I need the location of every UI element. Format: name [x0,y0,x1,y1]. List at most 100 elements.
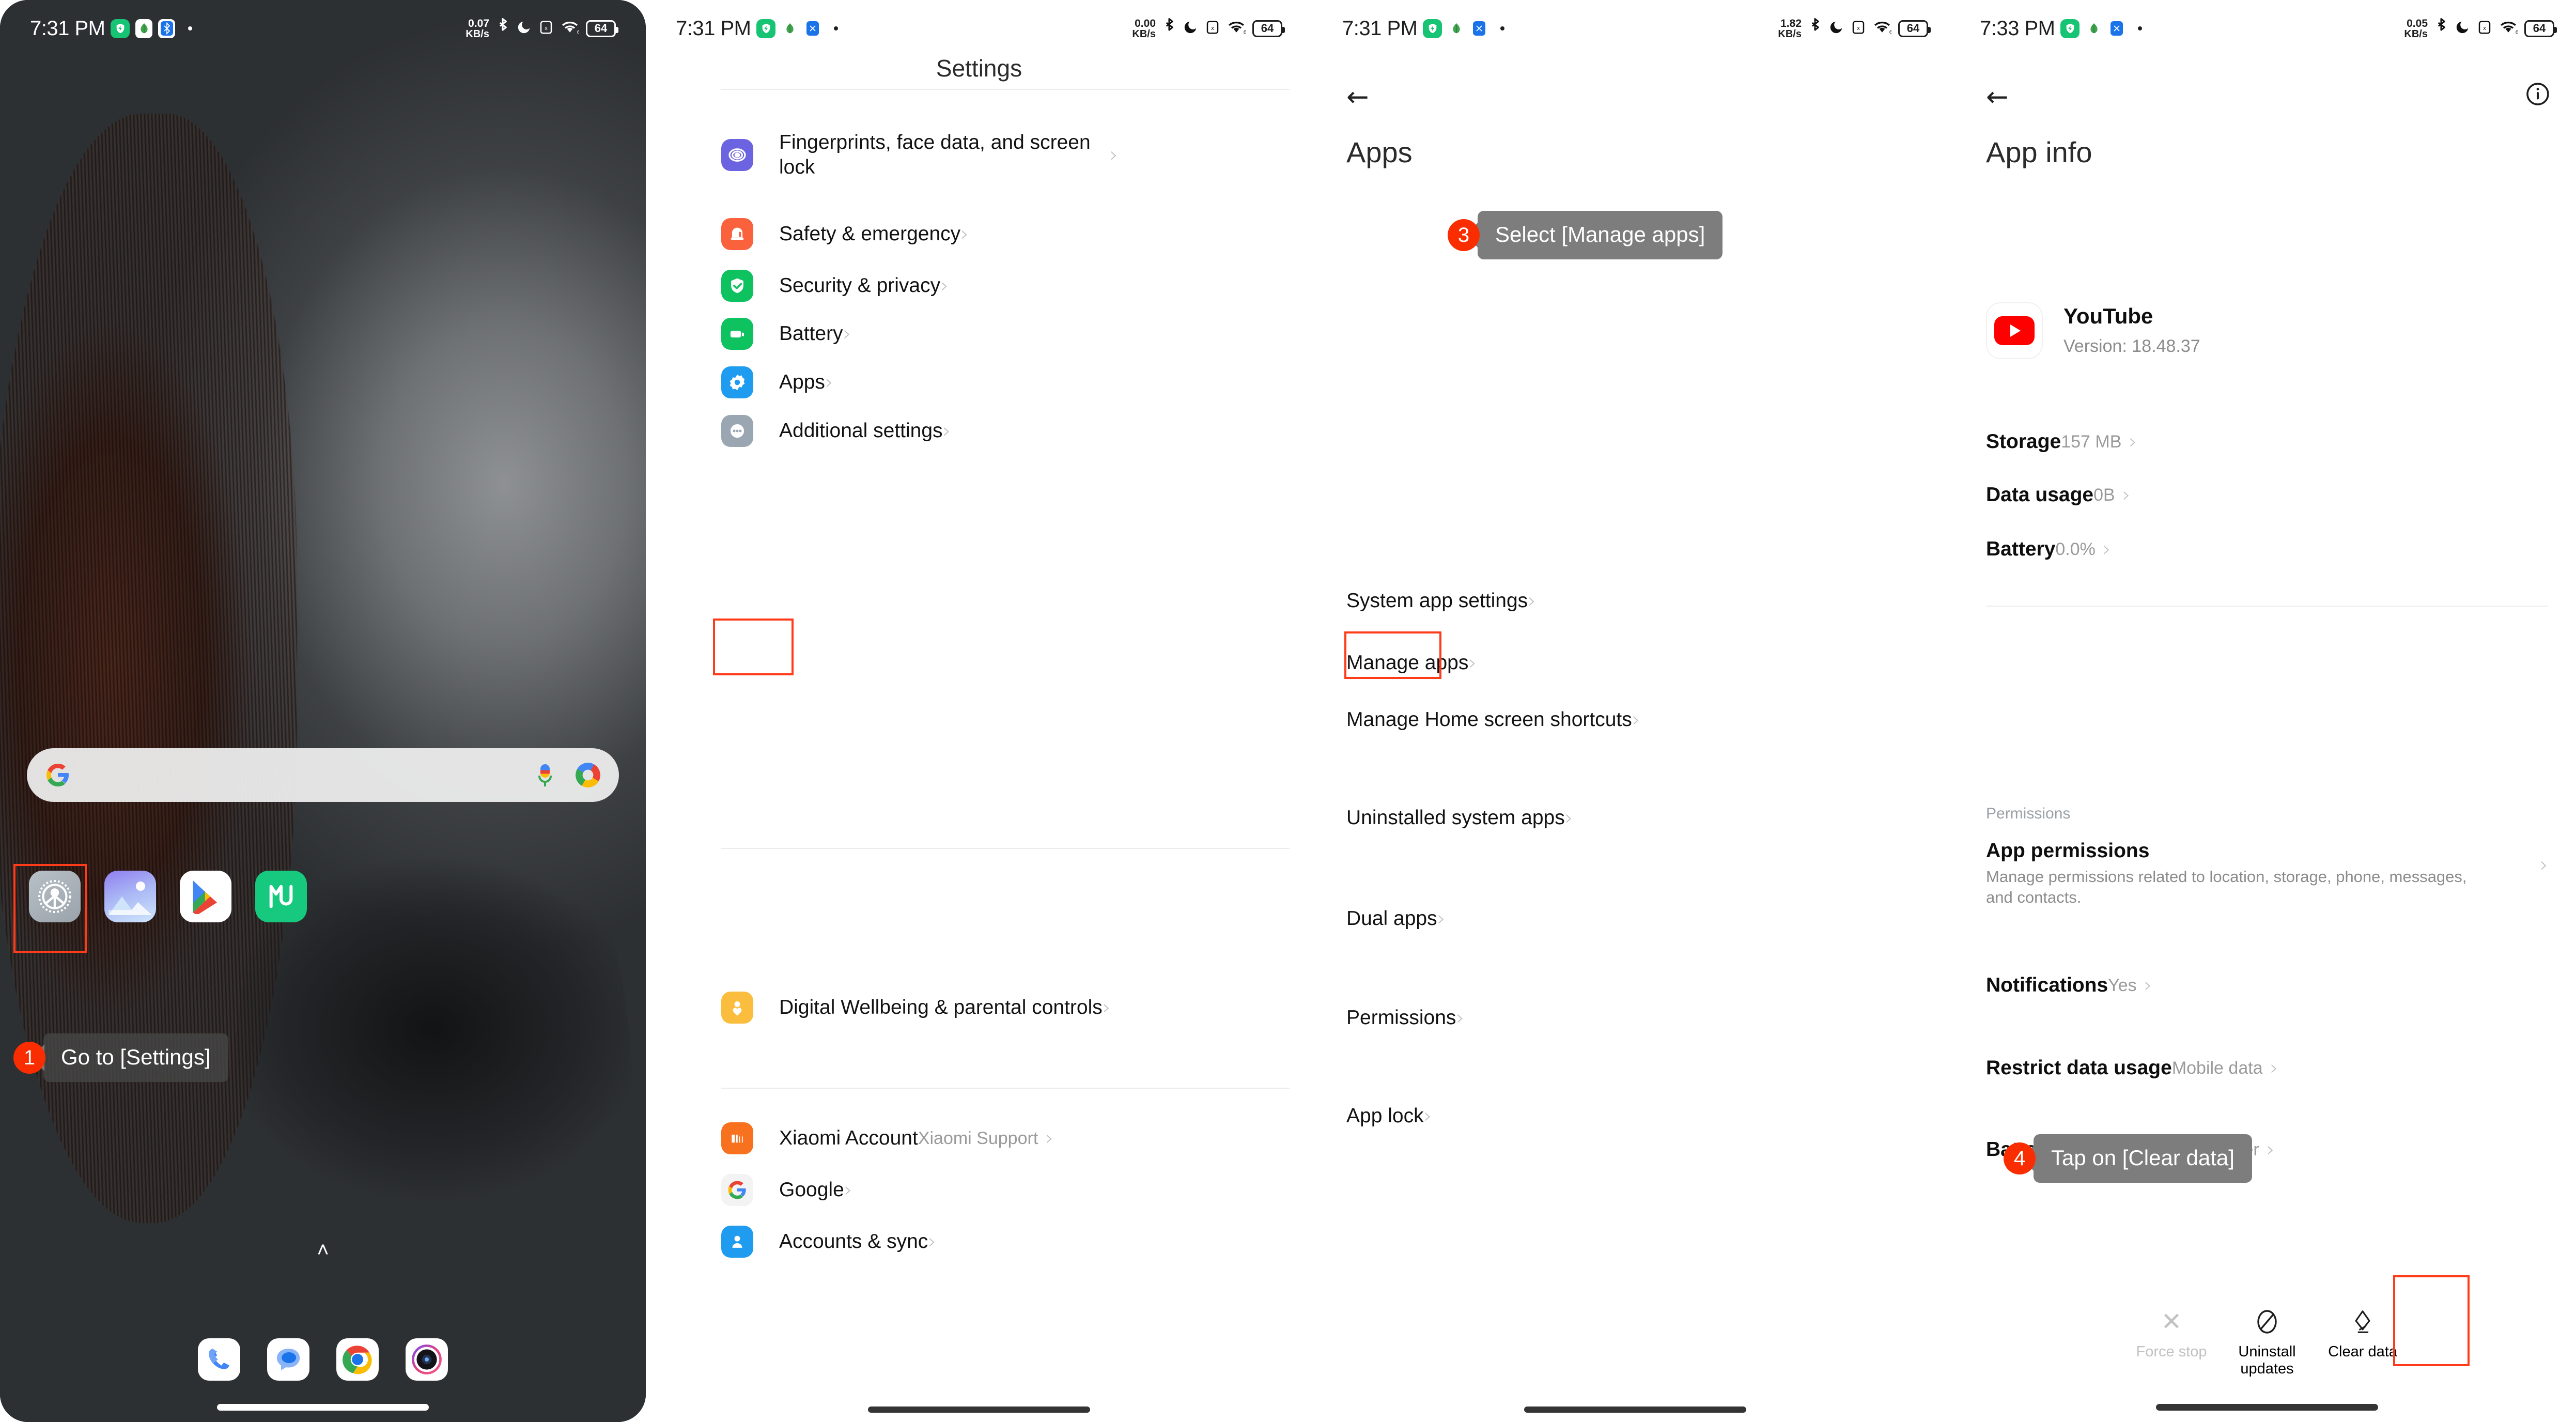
svg-text:x: x [2483,25,2486,32]
panel-settings: 7:31 PM 0.00 KB/s x 64 Settings Fingerpr… [646,0,1312,1422]
settings-row-label: Digital Wellbeing & parental controls [779,996,1103,1019]
callout-text: Select [Manage apps] [1478,211,1723,259]
settings-row-wellbeing[interactable]: Digital Wellbeing & parental controls › [646,969,1135,1046]
settings-row-fingerprints[interactable]: Fingerprints, face data, and screen lock… [646,116,1142,194]
bluetooth-icon [1162,18,1176,40]
app-drawer-chevron-icon[interactable]: ˄ [0,1239,646,1262]
network-rate: 0.07 KB/s [465,17,489,40]
chevron-right-icon: › [1564,806,1573,830]
play-store-icon[interactable] [180,871,231,922]
home-dock [0,1338,646,1381]
wifi-icon: 6 [2499,20,2518,38]
voice-search-icon[interactable] [538,763,552,787]
messages-icon[interactable] [267,1338,309,1381]
appinfo-row-sub: Manage permissions related to location, … [1986,868,2467,907]
appinfo-row-data-usage[interactable]: Data usage 0B › [1958,472,2159,518]
settings-row-google[interactable]: Google › [646,1165,876,1215]
back-button[interactable]: ← [1346,82,1369,113]
arrow-left-icon: ← [1346,82,1369,113]
chevron-right-icon: › [844,1178,852,1202]
apps-row-label: Permissions [1346,1007,1456,1029]
status-time: 7:31 PM [30,17,105,40]
dots-icon [721,415,753,447]
svg-text:x: x [545,25,548,32]
apps-row-label: Uninstalled system apps [1346,807,1565,829]
settings-gear-icon[interactable] [29,871,81,922]
appinfo-row-battery[interactable]: Battery 0.0% › [1958,526,2139,573]
app-details-button[interactable] [2525,82,2550,109]
status-time: 7:33 PM [1980,17,2055,40]
chevron-right-icon: › [1102,996,1111,1019]
battery-indicator: 64 [1898,20,1931,37]
highlight-apps-row [713,619,794,675]
safety-icon [721,218,753,250]
chevron-right-icon: › [2129,430,2137,454]
shield-check-icon [721,270,753,302]
apps-row-manage-shortcuts[interactable]: Manage Home screen shortcuts › [1312,695,1674,745]
appinfo-row-label: App permissions [1986,840,2150,862]
settings-row-safety[interactable]: Safety & emergency › [646,209,992,259]
leaf-icon [135,19,153,38]
security-shield-icon [1423,19,1442,38]
callout-text: Go to [Settings] [43,1033,228,1082]
status-time: 7:31 PM [676,17,751,40]
appinfo-row-label: Data usage [1986,484,2094,506]
appinfo-row-value: 0.0% [2055,539,2096,559]
settings-row-accounts-sync[interactable]: Accounts & sync › [646,1217,960,1266]
phone-icon[interactable] [198,1338,240,1381]
gallery-icon[interactable] [104,871,156,922]
clear-data-button[interactable]: Clear data [2315,1298,2411,1361]
chevron-right-icon: › [1528,589,1537,613]
apps-row-app-lock[interactable]: App lock › [1312,1091,1466,1141]
appinfo-row-storage[interactable]: Storage 157 MB › [1958,419,2165,465]
bluetooth-badge-icon [804,19,821,38]
security-shield-icon [111,19,130,38]
home-indicator [2156,1404,2378,1411]
mi-home-icon[interactable] [255,871,307,922]
settings-row-additional[interactable]: Additional settings › [646,406,975,456]
apps-row-uninstalled-system-apps[interactable]: Uninstalled system apps › [1312,793,1607,843]
apps-row-label: System app settings [1346,590,1528,612]
chrome-icon[interactable] [336,1338,379,1381]
camera-icon[interactable] [406,1338,448,1381]
chevron-right-icon: › [928,1230,937,1254]
apps-row-label: Manage Home screen shortcuts [1346,708,1632,731]
apps-row-manage-apps[interactable]: Manage apps › [1312,638,1511,688]
appinfo-row-notifications[interactable]: Notifications Yes › [1958,962,2180,1009]
chevron-right-icon: › [940,274,949,298]
chevron-right-icon: › [843,322,851,346]
appinfo-row-restrict-data[interactable]: Restrict data usage Mobile data › [1958,1045,2306,1091]
apps-row-permissions[interactable]: Permissions › [1312,993,1498,1043]
network-rate: 0.05 KB/s [2404,17,2428,40]
settings-row-apps[interactable]: Apps › [646,358,857,407]
apps-row-system-app-settings[interactable]: System app settings › [1312,576,1570,626]
force-stop-button[interactable]: ✕ Force stop [2124,1298,2220,1361]
chevron-right-icon: › [1468,651,1477,675]
app-info-action-bar: ✕ Force stop Uninstall updates Clear dat… [1958,1298,2576,1378]
settings-row-battery[interactable]: Battery › [646,309,875,359]
panel-apps: 7:31 PM 1.82 KB/s x 64 ← Apps System app… [1312,0,1958,1422]
status-bar-home: 7:31 PM 0.07 KB/s x 64 [0,0,646,57]
google-search-bar[interactable] [27,748,619,802]
battery-indicator: 64 [1252,20,1285,37]
appinfo-row-app-permissions[interactable]: App permissions Manage permissions relat… [1986,840,2548,908]
panel-home-screen: 7:31 PM 0.07 KB/s x 64 1 Go to [Settings… [0,0,646,1422]
close-x-icon: ✕ [2161,1307,2182,1336]
google-lens-icon[interactable] [576,763,600,787]
chevron-right-icon: › [1437,907,1446,931]
status-time: 7:31 PM [1342,17,1418,40]
settings-row-security[interactable]: Security & privacy › [646,261,972,311]
settings-row-xiaomi-account[interactable]: Xiaomi Account Xiaomi Support › [646,1114,1077,1163]
apps-row-dual-apps[interactable]: Dual apps › [1312,894,1480,944]
bluetooth-icon [2434,18,2448,40]
wellbeing-icon [721,992,753,1024]
no-sim-icon: x [1205,19,1220,38]
settings-row-label: Accounts & sync [779,1230,928,1253]
uninstall-updates-button[interactable]: Uninstall updates [2220,1298,2315,1378]
back-button[interactable]: ← [1986,82,2009,113]
app-version: Version: 18.48.37 [2063,336,2200,356]
chevron-right-icon: › [1456,1006,1465,1030]
wifi-icon: 6 [561,20,580,38]
callout-badge: 1 [13,1042,45,1074]
network-rate: 0.00 KB/s [1132,17,1156,40]
